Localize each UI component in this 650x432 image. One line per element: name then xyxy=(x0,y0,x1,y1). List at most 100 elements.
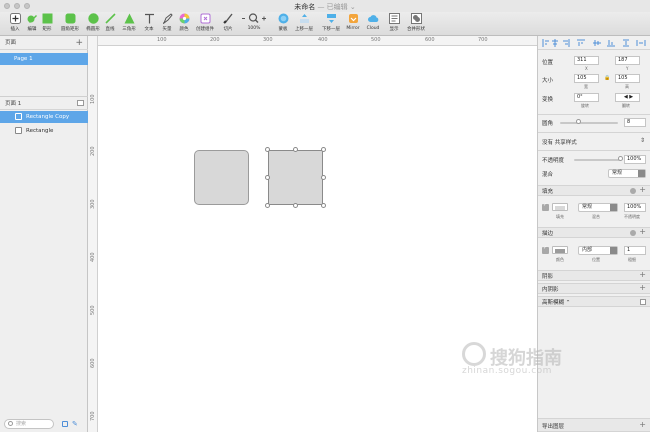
chevron-down-icon xyxy=(638,170,645,177)
opacity-slider[interactable] xyxy=(574,159,620,161)
cloud-icon xyxy=(367,15,378,22)
border-thickness-field[interactable]: 1 xyxy=(624,246,646,255)
zoom-icon xyxy=(242,13,266,23)
mirror-icon xyxy=(348,14,358,23)
layers-header: 页面 1 xyxy=(0,96,88,110)
pages-title: 页面 xyxy=(5,40,17,46)
watermark: 搜狗指南 zhinan.sogou.com xyxy=(462,340,612,380)
fill-checkbox[interactable] xyxy=(542,202,549,211)
fills-section-header: 填充 + xyxy=(538,185,650,196)
blending-select[interactable]: 常规 xyxy=(608,169,646,178)
width-field[interactable]: 105 xyxy=(574,74,599,83)
size-row: 大小 105 🔒 105 宽 高 xyxy=(538,74,650,94)
blur-title[interactable]: 高斯模糊 ⌃ xyxy=(542,298,570,306)
export-layers-icon[interactable] xyxy=(62,421,68,427)
fill-blend-select[interactable]: 常规 xyxy=(578,203,618,212)
title-bar: 未命名 — 已编辑 ⌄ xyxy=(0,0,650,12)
ruler-label: 200 xyxy=(210,37,220,43)
add-fill-button[interactable]: + xyxy=(639,185,646,194)
add-inner-shadow-button[interactable]: + xyxy=(639,283,646,292)
height-field[interactable]: 105 xyxy=(615,74,640,83)
resize-handle[interactable] xyxy=(321,147,326,152)
rectangle-icon xyxy=(42,13,52,24)
radius-field[interactable]: 8 xyxy=(624,118,646,127)
ruler-label: 400 xyxy=(318,37,328,43)
add-page-button[interactable]: + xyxy=(75,36,83,50)
page-label: Page 1 xyxy=(14,56,33,62)
collapse-layers-icon[interactable] xyxy=(77,100,84,106)
ruler-label: 300 xyxy=(263,37,273,43)
flip-buttons[interactable]: ◀ ▶ xyxy=(615,93,640,102)
ruler-label: 700 xyxy=(478,37,488,43)
borders-section-header: 描边 + xyxy=(538,227,650,238)
zoom-control[interactable]: 100% xyxy=(241,13,267,35)
add-border-button[interactable]: + xyxy=(639,227,646,236)
ruler-label: 100 xyxy=(157,37,167,43)
y-caption: Y xyxy=(626,66,629,71)
layer-item-rectangle-copy[interactable]: Rectangle Copy xyxy=(0,111,88,123)
vertical-ruler: 100 200 300 400 500 600 700 xyxy=(88,36,98,432)
transform-label: 变换 xyxy=(542,97,554,103)
layer-item-rectangle[interactable]: Rectangle xyxy=(0,125,88,137)
resize-handle[interactable] xyxy=(321,175,326,180)
blur-checkbox[interactable] xyxy=(640,299,646,305)
fill-row: 常规 100% 填充 混合 不透明度 xyxy=(538,202,650,222)
ruler-label: 500 xyxy=(371,37,381,43)
blending-value: 常规 xyxy=(612,170,623,176)
mask-icon xyxy=(278,13,288,24)
rotation-field[interactable]: 0° xyxy=(574,93,599,102)
bring-forward-button[interactable]: 上移一层 xyxy=(291,13,317,35)
radius-slider-knob[interactable] xyxy=(576,119,581,124)
chevron-updown-icon[interactable]: ⇕ xyxy=(640,137,645,144)
backward-icon xyxy=(326,14,336,23)
left-sidebar: 页面 + Page 1 页面 1 Rectangle Copy Rectangl… xyxy=(0,36,88,432)
opacity-field[interactable]: 100% xyxy=(624,155,646,164)
rectangle-shape[interactable] xyxy=(194,150,249,205)
y-field[interactable]: 187 xyxy=(615,56,640,65)
fill-opacity-field[interactable]: 100% xyxy=(624,203,646,212)
layer-search-input[interactable]: 搜索 xyxy=(4,419,54,429)
inner-shadows-title: 内阴影 xyxy=(542,287,559,293)
document-title: 未命名 xyxy=(294,3,316,11)
resize-handle[interactable] xyxy=(265,147,270,152)
radius-slider[interactable] xyxy=(560,122,618,124)
export-title: 导出图层 xyxy=(542,424,565,430)
brush-icon[interactable]: ✎ xyxy=(72,420,80,428)
resize-handle[interactable] xyxy=(293,147,298,152)
resize-handle[interactable] xyxy=(265,175,270,180)
x-field[interactable]: 311 xyxy=(574,56,599,65)
zoom-level: 100% xyxy=(247,26,261,31)
resize-handle[interactable] xyxy=(321,203,326,208)
union-label: 合并形状 xyxy=(407,27,425,32)
align-icons[interactable] xyxy=(541,39,647,47)
color-wheel-icon xyxy=(179,13,189,24)
page-item-page-1[interactable]: Page 1 xyxy=(0,53,88,65)
union-button[interactable]: 合并形状 xyxy=(403,13,429,35)
opacity-label: 不透明度 xyxy=(542,158,565,164)
lock-icon[interactable]: 🔒 xyxy=(604,75,610,81)
edited-status[interactable]: — 已编辑 ⌄ xyxy=(317,3,355,11)
gear-icon[interactable] xyxy=(630,188,636,194)
opacity-slider-knob[interactable] xyxy=(618,156,623,161)
rectangle-copy-shape[interactable] xyxy=(268,150,323,205)
add-export-button[interactable]: + xyxy=(639,420,646,429)
ruler-label: 600 xyxy=(425,37,435,43)
add-shadow-button[interactable]: + xyxy=(639,270,646,279)
slice-button[interactable]: 切片 xyxy=(215,13,241,35)
width-caption: 宽 xyxy=(584,84,588,89)
union-icon xyxy=(410,13,422,24)
fill-color-swatch[interactable] xyxy=(552,203,568,211)
inner-shadows-section-header: 内阴影 + xyxy=(538,283,650,294)
view-icon xyxy=(388,13,400,24)
border-color-swatch[interactable] xyxy=(552,246,568,254)
size-label: 大小 xyxy=(542,78,554,84)
border-checkbox[interactable] xyxy=(542,245,549,254)
resize-handle[interactable] xyxy=(265,203,270,208)
fill-caption: 填充 xyxy=(556,214,564,219)
rectangle-layer-icon xyxy=(15,127,22,134)
gear-icon[interactable] xyxy=(630,230,636,236)
border-position-select[interactable]: 内部 xyxy=(578,246,618,255)
shared-style-row[interactable]: 没有 共享样式 ⇕ xyxy=(538,136,650,148)
triangle-icon xyxy=(124,13,134,24)
resize-handle[interactable] xyxy=(293,203,298,208)
